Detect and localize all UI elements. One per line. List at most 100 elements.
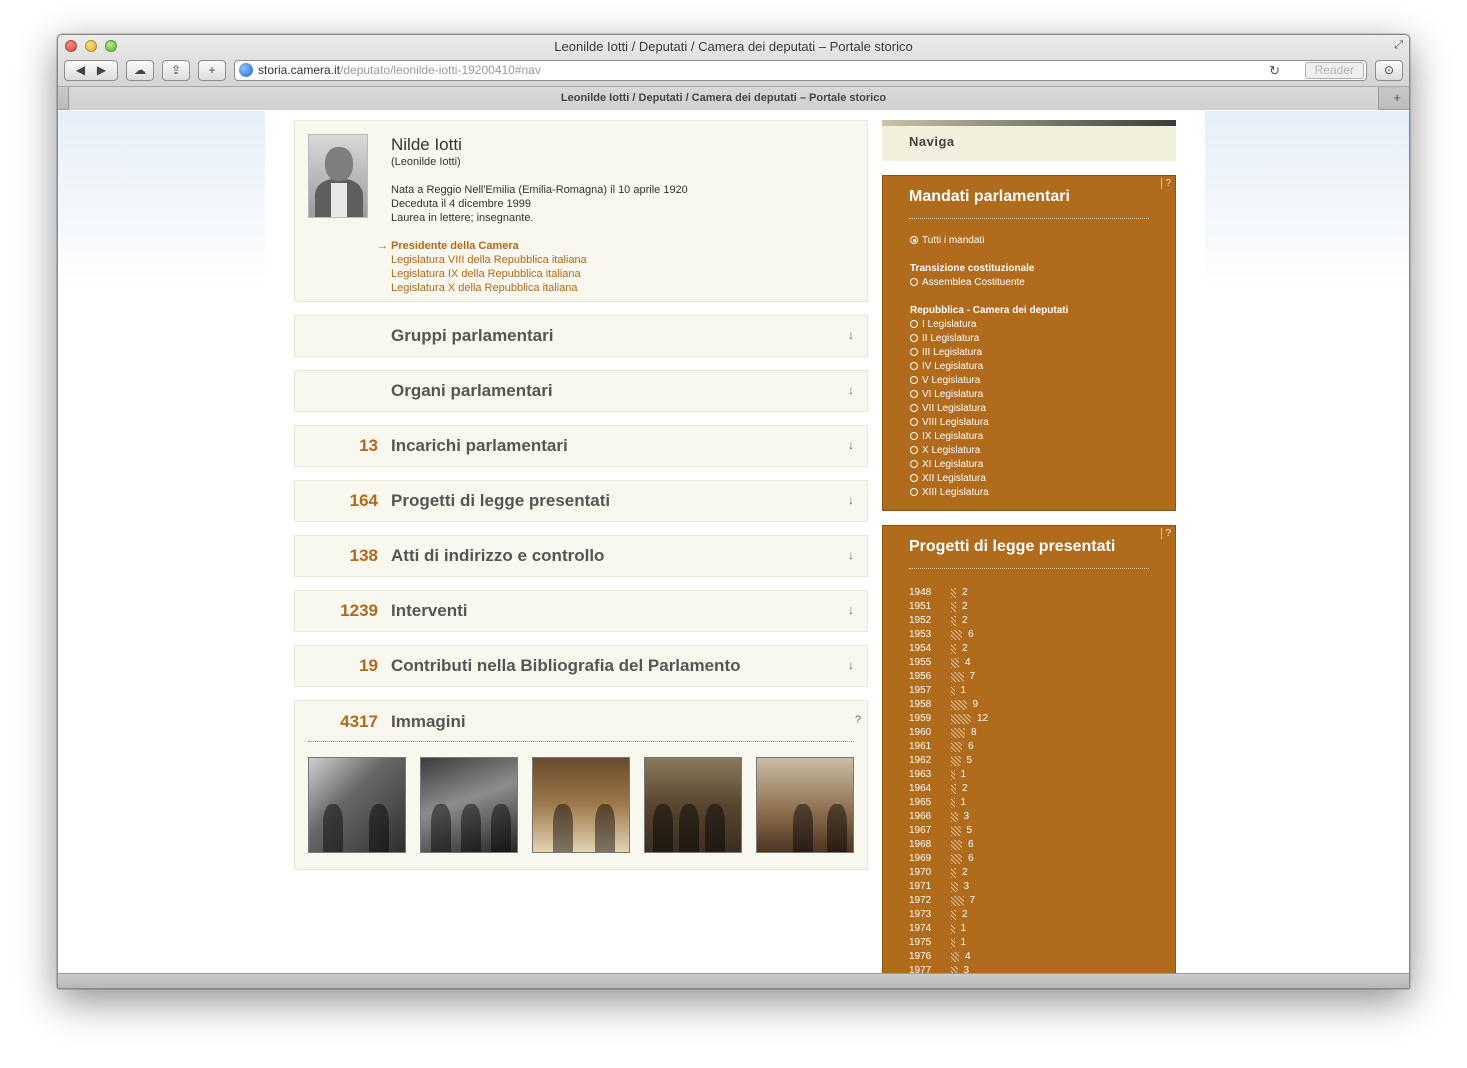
image-thumbnail[interactable] [756, 757, 854, 853]
downloads-button[interactable]: ⊙ [1375, 59, 1403, 81]
mandato-option[interactable]: IV Legislatura [910, 360, 1068, 374]
year-count: 3 [963, 811, 970, 822]
mandato-option[interactable]: III Legislatura [910, 346, 1068, 360]
section-incarichi[interactable]: 13 Incarichi parlamentari ↓ [294, 425, 868, 467]
help-icon[interactable]: ? [855, 714, 861, 726]
year-bar [951, 588, 956, 598]
icloud-button[interactable]: ☁ [126, 59, 154, 81]
globe-icon [239, 63, 253, 77]
expand-arrow-icon[interactable]: ↓ [848, 328, 854, 342]
year-row[interactable]: 1954 2 [909, 642, 988, 656]
year-label: 1967 [909, 825, 932, 836]
mandato-option-all[interactable]: Tutti i mandati [910, 234, 1068, 248]
year-row[interactable]: 1970 2 [909, 866, 988, 880]
role-link[interactable]: → Presidente della Camera [377, 239, 688, 253]
year-row[interactable]: 1962 5 [909, 754, 988, 768]
mandato-option[interactable]: Assemblea Costituente [910, 276, 1068, 290]
mandato-option[interactable]: XIII Legislatura [910, 486, 1068, 500]
help-icon[interactable]: ? [1161, 178, 1171, 189]
role-link[interactable]: Legislatura X della Repubblica italiana [391, 281, 688, 295]
fullscreen-icon[interactable]: ⤢ [1394, 39, 1403, 52]
year-row[interactable]: 1958 9 [909, 698, 988, 712]
radio-icon [910, 432, 918, 440]
year-row[interactable]: 1956 7 [909, 670, 988, 684]
mandato-option[interactable]: XI Legislatura [910, 458, 1068, 472]
year-row[interactable]: 1969 6 [909, 852, 988, 866]
year-count: 4 [965, 657, 971, 668]
year-row[interactable]: 1960 8 [909, 726, 988, 740]
reload-icon[interactable]: ↻ [1269, 63, 1280, 79]
reader-button[interactable]: Reader [1304, 61, 1364, 79]
browser-toolbar: ◀ ▶ ☁ ⇪ + storia.camera.it/deputato/leon… [64, 59, 1403, 81]
mandato-option[interactable]: X Legislatura [910, 444, 1068, 458]
forward-arrow-icon[interactable]: ▶ [97, 63, 106, 77]
year-row[interactable]: 1963 1 [909, 768, 988, 782]
mandato-option[interactable]: VI Legislatura [910, 388, 1068, 402]
expand-arrow-icon[interactable]: ↓ [848, 658, 854, 672]
section-atti[interactable]: 138 Atti di indirizzo e controllo ↓ [294, 535, 868, 577]
image-thumbnail[interactable] [308, 757, 406, 853]
year-row[interactable]: 1959 12 [909, 712, 988, 726]
back-arrow-icon[interactable]: ◀ [76, 63, 85, 77]
expand-arrow-icon[interactable]: ↓ [848, 603, 854, 617]
address-bar[interactable]: storia.camera.it/deputato/leonilde-iotti… [234, 59, 1367, 81]
section-interventi[interactable]: 1239 Interventi ↓ [294, 590, 868, 632]
help-icon[interactable]: ? [1161, 528, 1171, 539]
new-tab-icon[interactable]: + [1393, 90, 1401, 105]
deputy-full-name: (Leonilde Iotti) [391, 156, 461, 168]
image-thumbnail[interactable] [644, 757, 742, 853]
role-link[interactable]: Legislatura IX della Repubblica italiana [391, 267, 688, 281]
role-link[interactable]: Legislatura VIII della Repubblica italia… [391, 253, 688, 267]
share-button[interactable]: ⇪ [162, 59, 190, 81]
expand-arrow-icon[interactable]: ↓ [848, 438, 854, 452]
year-row[interactable]: 1973 2 [909, 908, 988, 922]
expand-arrow-icon[interactable]: ↓ [848, 548, 854, 562]
year-bar [951, 896, 964, 906]
mandato-option[interactable]: VIII Legislatura [910, 416, 1068, 430]
mandato-option[interactable]: IX Legislatura [910, 430, 1068, 444]
year-row[interactable]: 1966 3 [909, 810, 988, 824]
year-row[interactable]: 1951 2 [909, 600, 988, 614]
section-label: Organi parlamentari [391, 381, 553, 400]
section-organi[interactable]: Organi parlamentari ↓ [294, 370, 868, 412]
year-row[interactable]: 1948 2 [909, 586, 988, 600]
mandato-option[interactable]: V Legislatura [910, 374, 1068, 388]
add-bookmark-button[interactable]: + [198, 59, 226, 81]
radio-icon [910, 460, 918, 468]
year-row[interactable]: 1971 3 [909, 880, 988, 894]
year-row[interactable]: 1965 1 [909, 796, 988, 810]
year-row[interactable]: 1961 6 [909, 740, 988, 754]
year-row[interactable]: 1968 6 [909, 838, 988, 852]
year-bar [951, 616, 956, 626]
year-row[interactable]: 1952 2 [909, 614, 988, 628]
year-row[interactable]: 1976 4 [909, 950, 988, 964]
section-contributi[interactable]: 19 Contributi nella Bibliografia del Par… [294, 645, 868, 687]
year-row[interactable]: 1953 6 [909, 628, 988, 642]
year-row[interactable]: 1955 4 [909, 656, 988, 670]
expand-arrow-icon[interactable]: ↓ [848, 493, 854, 507]
year-row[interactable]: 1957 1 [909, 684, 988, 698]
year-row[interactable]: 1975 1 [909, 936, 988, 950]
section-gruppi[interactable]: Gruppi parlamentari ↓ [294, 315, 868, 357]
year-row[interactable]: 1972 7 [909, 894, 988, 908]
mandato-option[interactable]: I Legislatura [910, 318, 1068, 332]
image-thumbnail[interactable] [420, 757, 518, 853]
year-count: 6 [968, 629, 974, 640]
section-progetti[interactable]: 164 Progetti di legge presentati ↓ [294, 480, 868, 522]
expand-arrow-icon[interactable]: ↓ [848, 383, 854, 397]
mandato-option[interactable]: VII Legislatura [910, 402, 1068, 416]
death-info: Deceduta il 4 dicembre 1999 [391, 198, 532, 210]
radio-selected-icon [910, 236, 918, 244]
year-row[interactable]: 1974 1 [909, 922, 988, 936]
year-row[interactable]: 1964 2 [909, 782, 988, 796]
back-forward-buttons[interactable]: ◀ ▶ [64, 59, 118, 81]
tab-bar: Leonilde Iotti / Deputati / Camera dei d… [58, 87, 1409, 110]
year-bar [951, 868, 956, 878]
tab-active[interactable]: Leonilde Iotti / Deputati / Camera dei d… [68, 87, 1379, 110]
mandati-list: Tutti i mandati Transizione costituziona… [910, 234, 1068, 500]
year-row[interactable]: 1967 5 [909, 824, 988, 838]
mandato-option[interactable]: XII Legislatura [910, 472, 1068, 486]
image-thumbnail[interactable] [532, 757, 630, 853]
year-row[interactable]: 1977 3 [909, 964, 988, 973]
mandato-option[interactable]: II Legislatura [910, 332, 1068, 346]
